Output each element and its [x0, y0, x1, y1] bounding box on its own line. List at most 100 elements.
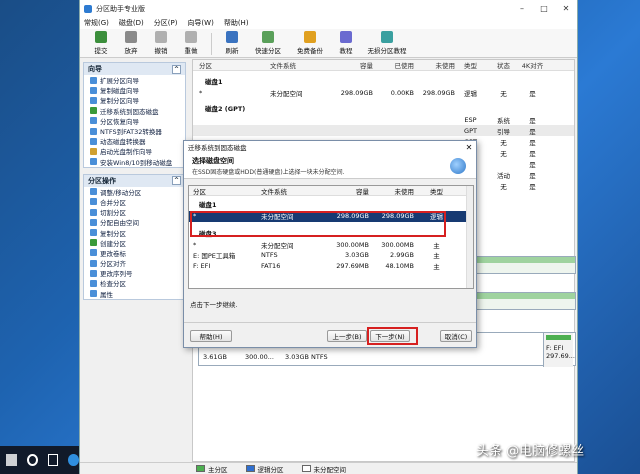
dialog-subheading: 在SSD固态硬盘或HDD(普通硬盘)上选择一块未分配空间.	[192, 169, 345, 176]
edge-icon[interactable]	[68, 454, 80, 466]
free-backup-button[interactable]: 免费备份	[289, 31, 331, 55]
map-efi-fill	[546, 335, 571, 340]
sidebar-item-resize[interactable]: 调整/移动分区	[84, 187, 185, 197]
cell: 0.00KB	[390, 88, 414, 97]
dialog-close-icon[interactable]: ✕	[462, 143, 476, 152]
sidebar-item-create[interactable]: 创建分区	[84, 238, 185, 248]
task-view-icon[interactable]	[47, 454, 59, 466]
sidebar-item-label: 属性	[100, 290, 113, 299]
sidebar-item-boot-disc[interactable]: 启动光盘制作向导	[84, 146, 185, 156]
list-item[interactable]: * 未分配空间 300.00MB 300.00MB 主	[189, 240, 473, 251]
sidebar-item-extend-partition[interactable]: 扩展分区向导	[84, 75, 185, 85]
sidebar-item-copy-disk[interactable]: 复制磁盘向导	[84, 85, 185, 95]
watermark: 头条 @电脑修螺丝	[476, 444, 585, 459]
sidebar-item-label: 复制分区向导	[100, 97, 139, 106]
menu-partition[interactable]: 分区(P)	[154, 18, 178, 28]
sidebar-item-partition-recovery[interactable]: 分区恢复向导	[84, 116, 185, 126]
apply-button[interactable]: 提交	[86, 31, 116, 55]
col-type[interactable]: 类型	[455, 60, 486, 70]
maximize-button[interactable]: □	[533, 4, 555, 13]
align-icon	[90, 259, 97, 267]
table-row[interactable]: GPT 引导 是	[193, 125, 574, 136]
allocate-icon	[90, 218, 97, 226]
cell: 活动	[497, 171, 510, 180]
sidebar-item-label: 分区对齐	[100, 260, 126, 269]
sidebar-item-properties[interactable]: 属性	[84, 289, 185, 299]
col-capacity[interactable]: 容量	[325, 186, 369, 196]
sidebar-item-copy[interactable]: 复制分区	[84, 227, 185, 238]
close-button[interactable]: ✕	[555, 4, 577, 13]
lossless-tutorial-icon	[381, 31, 393, 43]
cell: 无	[500, 89, 507, 98]
refresh-button[interactable]: 刷新	[217, 31, 247, 55]
table-row[interactable]: ESP 系统 是	[193, 114, 574, 125]
cell: 是	[529, 182, 536, 191]
menu-disk[interactable]: 磁盘(D)	[119, 18, 144, 28]
cell: 48.10MB	[385, 261, 414, 270]
quick-partition-button[interactable]: 快速分区	[247, 31, 289, 55]
recovery-icon	[90, 117, 97, 125]
col-status[interactable]: 状态	[486, 60, 521, 70]
sidebar-item-split[interactable]: 切割分区	[84, 207, 185, 217]
wizard-panel-header[interactable]: 向导 ^	[84, 63, 185, 75]
list-item[interactable]: E: 国PE工具箱 NTFS 3.03GB 2.99GB 主	[189, 250, 473, 261]
undo-button[interactable]: 撤销	[146, 31, 176, 55]
sidebar-item-label: 安装Win8/10到移动磁盘	[100, 158, 173, 167]
sidebar-item-check[interactable]: 检查分区	[84, 278, 185, 288]
sidebar-item-serial[interactable]: 更改序列号	[84, 268, 185, 278]
menu-help[interactable]: 帮助(H)	[224, 18, 249, 28]
disk-icon	[450, 158, 466, 174]
cell: 是	[529, 149, 536, 158]
sidebar-item-copy-partition[interactable]: 复制分区向导	[84, 95, 185, 105]
help-button[interactable]: 帮助(H)	[190, 330, 232, 342]
sidebar-item-migrate-os[interactable]: 迁移系统到固态磁盘	[84, 106, 185, 116]
list-scrollbar[interactable]	[466, 186, 473, 288]
discard-button[interactable]: 放弃	[116, 31, 146, 55]
collapse-icon[interactable]: ^	[172, 176, 181, 186]
col-used[interactable]: 已使用	[373, 60, 415, 70]
sidebar-item-allocate[interactable]: 分配自由空间	[84, 217, 185, 227]
merge-icon	[90, 198, 97, 206]
cell: 是	[529, 116, 536, 125]
col-unused[interactable]: 未使用	[414, 60, 456, 70]
menu-wizard[interactable]: 向导(W)	[187, 18, 213, 28]
cell: 是	[529, 171, 536, 180]
sidebar-item-label-change[interactable]: 更改卷标	[84, 248, 185, 258]
col-partition[interactable]: 分区	[193, 60, 270, 70]
legend-unallocated-label: 未分配空间	[313, 465, 347, 474]
map-efi-block[interactable]: F: EFI 297.69...	[543, 333, 575, 367]
minimize-button[interactable]: –	[511, 4, 533, 13]
operations-panel-header[interactable]: 分区操作 ^	[84, 174, 185, 187]
col-filesystem[interactable]: 文件系统	[270, 60, 333, 70]
sidebar-item-merge[interactable]: 合并分区	[84, 197, 185, 207]
search-icon[interactable]	[26, 454, 38, 466]
list-item[interactable]: F: EFI FAT16 297.69MB 48.10MB 主	[189, 261, 473, 272]
sidebar-item-align[interactable]: 分区对齐	[84, 258, 185, 268]
disk2-label: 磁盘2 (GPT)	[205, 105, 246, 113]
col-4k[interactable]: 4K对齐	[521, 60, 544, 70]
cell: *	[199, 88, 203, 97]
menu-general[interactable]: 常规(G)	[84, 18, 109, 28]
lossless-tutorial-button[interactable]: 无损分区教程	[361, 31, 413, 55]
cell: 297.69MB	[336, 261, 369, 270]
cell: 逻辑	[464, 89, 477, 98]
cell: 是	[529, 138, 536, 147]
col-partition[interactable]: 分区	[189, 186, 261, 196]
windows-start-icon[interactable]	[6, 454, 17, 466]
redo-button[interactable]: 重做	[176, 31, 206, 55]
sidebar-item-dynamic-disk[interactable]: 动态磁盘转换器	[84, 136, 185, 146]
sidebar-item-win-to-go[interactable]: 安装Win8/10到移动磁盘	[84, 157, 185, 167]
col-filesystem[interactable]: 文件系统	[261, 186, 325, 196]
cell: 主	[433, 252, 440, 261]
prev-button[interactable]: 上一步(B)	[327, 330, 367, 342]
cancel-button[interactable]: 取消(C)	[440, 330, 472, 342]
col-unused[interactable]: 未使用	[369, 186, 415, 196]
col-type[interactable]: 类型	[414, 186, 459, 196]
table-row[interactable]: * 未分配空间 298.09GB 0.00KB 298.09GB 逻辑 无 是	[193, 87, 574, 98]
tutorial-button[interactable]: 教程	[331, 31, 361, 55]
migrate-icon	[90, 107, 97, 115]
refresh-label: 刷新	[225, 47, 239, 55]
sidebar-item-ntfs-fat32[interactable]: NTFS到FAT32转换器	[84, 126, 185, 136]
col-capacity[interactable]: 容量	[333, 60, 373, 70]
collapse-icon[interactable]: ^	[172, 64, 181, 74]
